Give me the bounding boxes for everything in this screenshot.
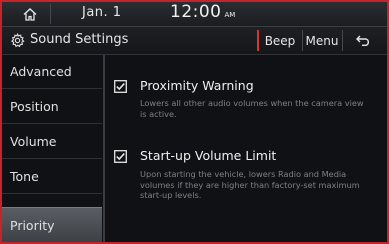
- home-icon: [23, 7, 37, 21]
- ampm-label: AM: [224, 11, 236, 19]
- option-label: Start-up Volume Limit: [140, 148, 277, 163]
- sidebar-scrollbar[interactable]: [103, 55, 105, 242]
- back-arrow-icon: [355, 35, 369, 46]
- beep-button[interactable]: Beep: [257, 30, 301, 51]
- back-button[interactable]: [342, 30, 383, 51]
- screen-frame: Jan. 1 12:00 AM Sound Settings Beep Menu …: [0, 0, 389, 244]
- sidebar-item-tone[interactable]: Tone: [2, 160, 102, 194]
- home-button[interactable]: [10, 4, 51, 24]
- date-display: Jan. 1: [82, 5, 122, 20]
- sidebar-item-position[interactable]: Position: [2, 90, 102, 124]
- gear-icon: [10, 33, 25, 48]
- sidebar-item-priority[interactable]: Priority: [2, 207, 102, 242]
- option-description: Lowers all other audio volumes when the …: [140, 98, 364, 119]
- sidebar: Advanced Position Volume Tone Priority: [2, 55, 102, 242]
- checkbox-checked-icon[interactable]: [114, 150, 127, 163]
- clock-display: 12:00 AM: [170, 2, 235, 22]
- page-title: Sound Settings: [30, 32, 129, 47]
- sidebar-item-advanced[interactable]: Advanced: [2, 55, 102, 89]
- option-label: Proximity Warning: [140, 78, 254, 93]
- sidebar-item-volume[interactable]: Volume: [2, 125, 102, 159]
- menu-button[interactable]: Menu: [302, 30, 341, 51]
- status-bar: Jan. 1 12:00 AM: [2, 2, 387, 27]
- checkbox-checked-icon[interactable]: [114, 80, 127, 93]
- time-value: 12:00: [170, 2, 222, 22]
- option-description: Upon starting the vehicle, lowers Radio …: [140, 169, 360, 200]
- title-bar: Sound Settings Beep Menu: [2, 27, 387, 55]
